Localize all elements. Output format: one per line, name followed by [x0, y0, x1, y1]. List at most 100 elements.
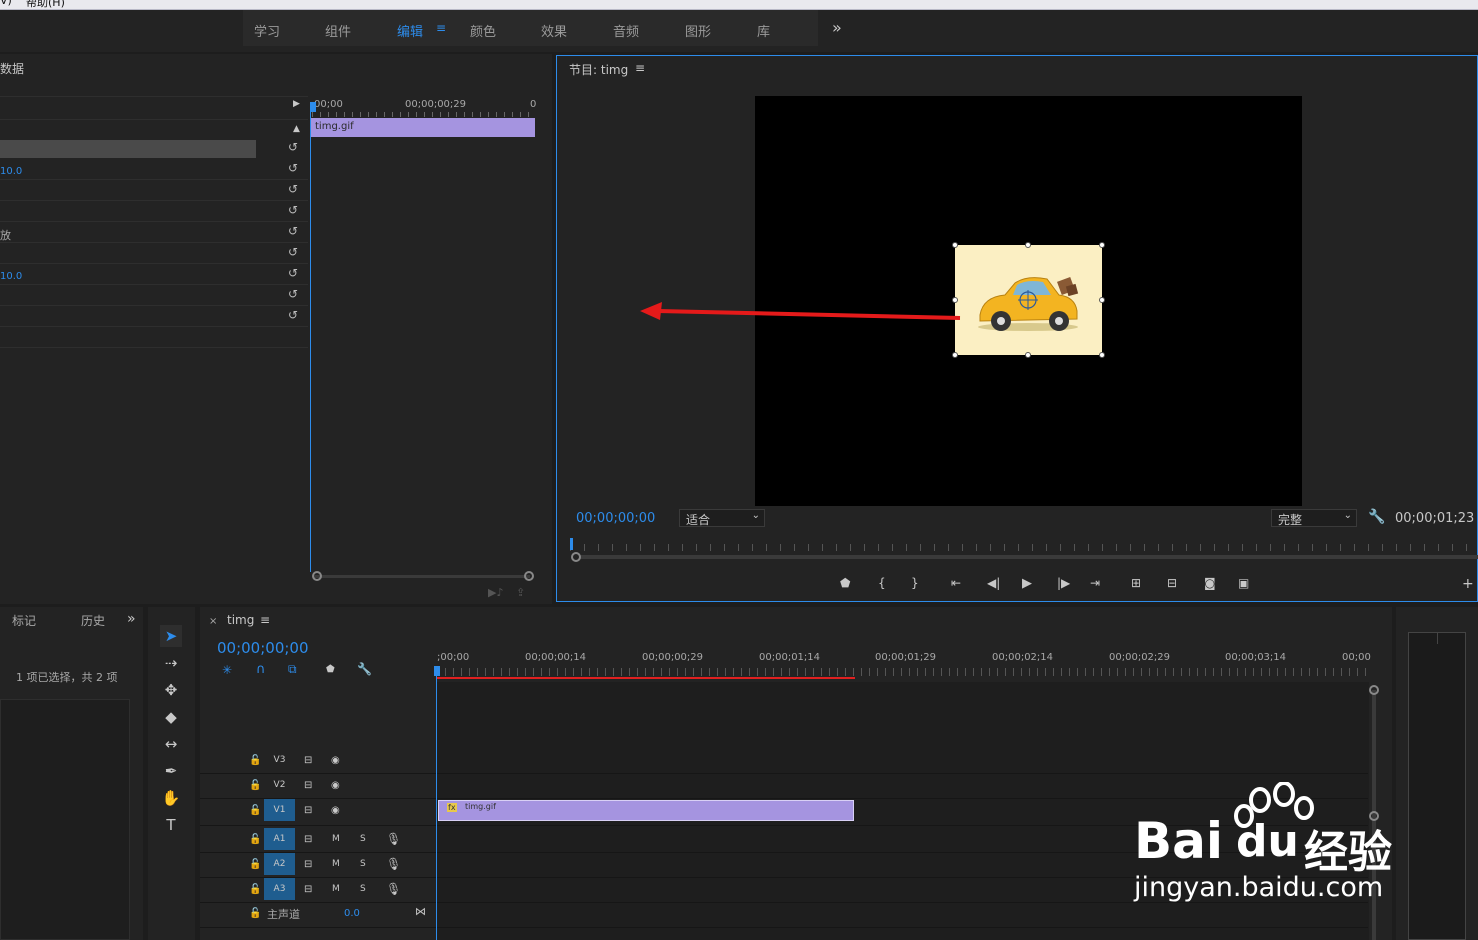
- step-forward-icon[interactable]: |▶: [1057, 576, 1070, 590]
- program-playhead[interactable]: [570, 538, 573, 550]
- transform-handle[interactable]: [952, 352, 958, 358]
- transform-handle[interactable]: [952, 242, 958, 248]
- workspace-tab-assembly[interactable]: 组件: [325, 21, 351, 40]
- clip-image-car[interactable]: [955, 245, 1102, 355]
- timeline-playhead[interactable]: [436, 668, 437, 940]
- transform-handle[interactable]: [1025, 352, 1031, 358]
- mute-button[interactable]: M: [332, 834, 340, 844]
- sync-lock-icon[interactable]: ⊟: [304, 755, 312, 766]
- track-label-a1[interactable]: A1: [264, 828, 295, 850]
- workspace-tab-editing[interactable]: 编辑: [397, 21, 423, 40]
- program-ruler[interactable]: [570, 544, 1478, 551]
- wrench-icon[interactable]: 🔧: [1368, 509, 1385, 525]
- microphone-icon[interactable]: 🎙: [386, 857, 401, 871]
- workspace-more-button[interactable]: »: [832, 18, 842, 37]
- solo-button[interactable]: S: [360, 884, 366, 894]
- add-marker-icon[interactable]: ⬟: [326, 664, 335, 675]
- export-icon[interactable]: ⇪: [516, 586, 525, 599]
- track-label-v3[interactable]: V3: [264, 749, 295, 771]
- master-volume[interactable]: 0.0: [344, 908, 360, 919]
- ripple-edit-tool-icon[interactable]: ✥: [160, 679, 182, 701]
- mute-button[interactable]: M: [332, 859, 340, 869]
- sync-lock-icon[interactable]: ⊟: [304, 859, 312, 870]
- hand-tool-icon[interactable]: ✋: [160, 787, 182, 809]
- workspace-tab-graphics[interactable]: 图形: [685, 21, 711, 40]
- project-list[interactable]: [0, 699, 130, 940]
- ec-scrollbar[interactable]: [314, 575, 530, 578]
- filter-icon[interactable]: ▶♪: [488, 586, 503, 599]
- reset-icon[interactable]: ↺: [288, 225, 300, 237]
- collapse-up-icon[interactable]: ▲: [293, 124, 300, 134]
- step-back-icon[interactable]: ◀|: [987, 576, 1000, 590]
- type-tool-icon[interactable]: T: [160, 814, 182, 836]
- hamburger-icon[interactable]: ≡: [436, 21, 446, 35]
- bowtie-icon[interactable]: ⋈: [415, 905, 426, 918]
- reset-icon[interactable]: ↺: [288, 288, 300, 300]
- more-panels-icon[interactable]: »: [127, 611, 136, 627]
- sync-lock-icon[interactable]: ⊟: [304, 834, 312, 845]
- add-button-icon[interactable]: +: [1462, 576, 1474, 592]
- snap-magnet-icon[interactable]: ∩: [256, 662, 266, 677]
- reset-icon[interactable]: ↺: [288, 246, 300, 258]
- solo-button[interactable]: S: [360, 834, 366, 844]
- menu-fragment[interactable]: V): [0, 0, 12, 7]
- solo-button[interactable]: S: [360, 859, 366, 869]
- timeline-clip[interactable]: fx timg.gif: [438, 800, 854, 821]
- timeline-playhead-handle[interactable]: [434, 666, 440, 676]
- mark-in-icon[interactable]: {: [878, 576, 886, 590]
- linked-selection-icon[interactable]: ⧉: [288, 662, 297, 677]
- reset-icon[interactable]: ↺: [288, 141, 300, 153]
- add-marker-icon[interactable]: ⬟: [840, 576, 850, 590]
- program-scrollbar[interactable]: [580, 555, 1478, 559]
- lock-icon[interactable]: 🔓: [249, 780, 261, 791]
- track-select-tool-icon[interactable]: ⇢: [160, 652, 182, 674]
- camera-icon[interactable]: ◙: [1204, 576, 1216, 590]
- reset-icon[interactable]: ↺: [288, 183, 300, 195]
- hamburger-icon[interactable]: ≡: [260, 613, 270, 627]
- tab-history[interactable]: 历史: [81, 612, 105, 629]
- nest-icon[interactable]: ✳: [222, 663, 232, 677]
- effect-value[interactable]: 10.0: [0, 166, 22, 177]
- sync-lock-icon[interactable]: ⊟: [304, 780, 312, 791]
- ec-scroll-handle-right[interactable]: [524, 571, 534, 581]
- microphone-icon[interactable]: 🎙: [386, 832, 401, 846]
- lift-icon[interactable]: ⊞: [1131, 576, 1141, 590]
- vscroll-handle-top[interactable]: [1369, 685, 1379, 695]
- slip-tool-icon[interactable]: ↔: [160, 733, 182, 755]
- eye-icon[interactable]: ◉: [331, 755, 340, 766]
- workspace-tab-effects[interactable]: 效果: [541, 21, 567, 40]
- microphone-icon[interactable]: 🎙: [386, 882, 401, 896]
- mute-button[interactable]: M: [332, 884, 340, 894]
- reset-icon[interactable]: ↺: [288, 204, 300, 216]
- track-label-v2[interactable]: V2: [264, 774, 295, 796]
- razor-tool-icon[interactable]: ◆: [160, 706, 182, 728]
- track-label-a3[interactable]: A3: [264, 878, 295, 900]
- ec-playhead[interactable]: [310, 104, 311, 572]
- lock-icon[interactable]: 🔓: [249, 755, 261, 766]
- tab-markers[interactable]: 标记: [12, 612, 36, 629]
- close-icon[interactable]: ×: [209, 616, 217, 627]
- workspace-tab-libraries[interactable]: 库: [757, 21, 770, 40]
- track-label-a2[interactable]: A2: [264, 853, 295, 875]
- mark-out-icon[interactable]: }: [911, 576, 919, 590]
- reset-icon[interactable]: ↺: [288, 309, 300, 321]
- lock-icon[interactable]: 🔓: [249, 834, 261, 845]
- lock-icon[interactable]: 🔓: [249, 908, 261, 919]
- workspace-tab-audio[interactable]: 音频: [613, 21, 639, 40]
- timeline-ruler[interactable]: [437, 668, 1367, 676]
- reset-icon[interactable]: ↺: [288, 162, 300, 174]
- sequence-tab[interactable]: timg: [227, 613, 254, 627]
- program-timecode[interactable]: 00;00;00;00: [576, 511, 655, 526]
- transform-handle[interactable]: [1099, 297, 1105, 303]
- lock-icon[interactable]: 🔓: [249, 859, 261, 870]
- transform-handle[interactable]: [1099, 352, 1105, 358]
- pen-tool-icon[interactable]: ✒: [160, 760, 182, 782]
- expand-right-icon[interactable]: ▶: [293, 99, 300, 109]
- sync-lock-icon[interactable]: ⊟: [304, 884, 312, 895]
- lock-icon[interactable]: 🔓: [249, 805, 261, 816]
- eye-icon[interactable]: ◉: [331, 780, 340, 791]
- sync-lock-icon[interactable]: ⊟: [304, 805, 312, 816]
- go-to-out-icon[interactable]: ⇥: [1090, 576, 1100, 590]
- track-label-v1[interactable]: V1: [264, 799, 295, 821]
- play-icon[interactable]: ▶: [1022, 576, 1032, 591]
